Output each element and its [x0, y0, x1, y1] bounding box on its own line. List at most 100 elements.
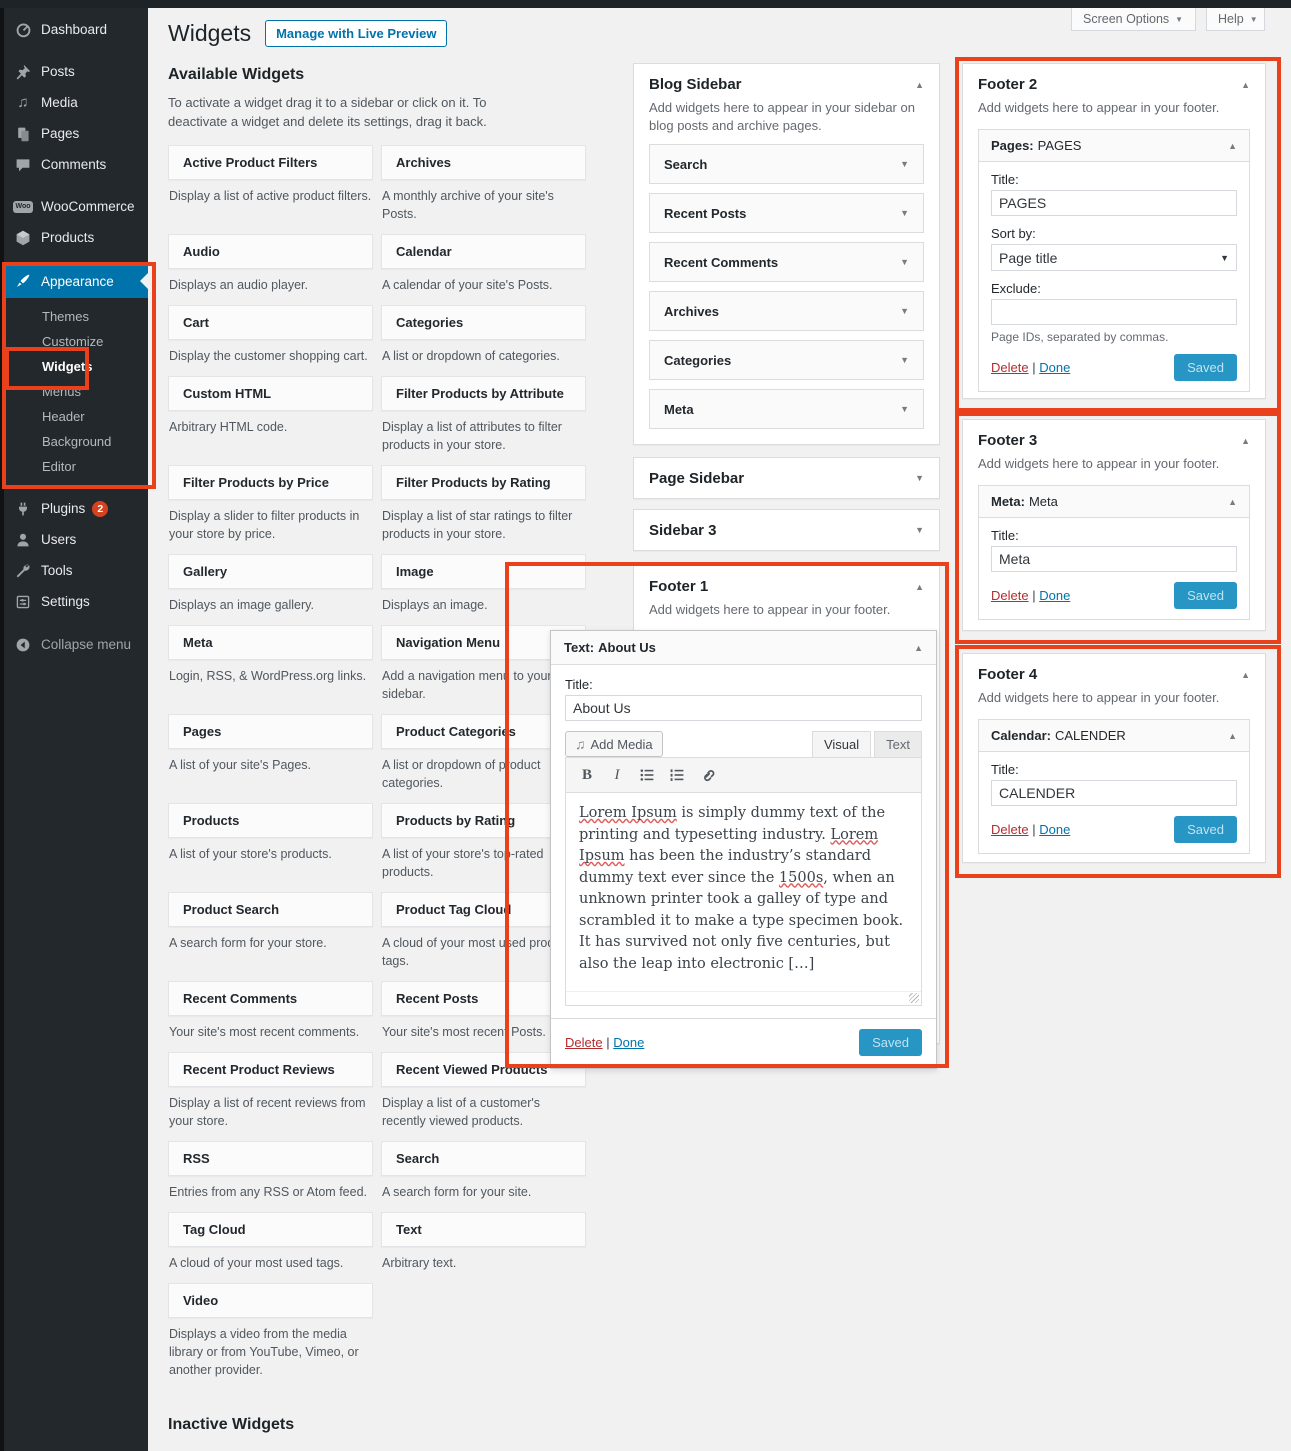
- done-link[interactable]: Done: [1039, 360, 1070, 375]
- sidebar-item-users[interactable]: Users: [4, 524, 148, 555]
- widget-card[interactable]: Gallery: [168, 554, 373, 589]
- sidebar-item-comments[interactable]: Comments: [4, 149, 148, 180]
- chevron-up-icon[interactable]: ▲: [915, 80, 924, 90]
- widget-card[interactable]: Tag Cloud: [168, 1212, 373, 1247]
- chevron-down-icon[interactable]: ▼: [900, 257, 909, 267]
- submenu-item-widgets[interactable]: Widgets: [4, 354, 148, 379]
- collapse-menu-button[interactable]: Collapse menu: [4, 629, 148, 660]
- done-link[interactable]: Done: [1039, 588, 1070, 603]
- tab-text[interactable]: Text: [874, 731, 922, 757]
- widget-card[interactable]: Filter Products by Attribute: [381, 376, 586, 411]
- bold-icon[interactable]: B: [574, 763, 600, 787]
- sidebar-item-dashboard[interactable]: Dashboard: [4, 14, 148, 45]
- chevron-up-icon[interactable]: ▲: [1228, 497, 1237, 507]
- chevron-up-icon[interactable]: ▲: [1228, 731, 1237, 741]
- sidebar-item-appearance[interactable]: Appearance: [4, 264, 148, 298]
- submenu-item-menus[interactable]: Menus: [4, 379, 148, 404]
- meta-widget-header[interactable]: Meta:Meta ▲: [979, 486, 1249, 518]
- done-link[interactable]: Done: [613, 1035, 644, 1050]
- done-link[interactable]: Done: [1039, 822, 1070, 837]
- widget-card[interactable]: Recent Comments: [168, 981, 373, 1016]
- saved-button[interactable]: Saved: [1174, 354, 1237, 381]
- delete-link[interactable]: Delete: [565, 1035, 603, 1050]
- delete-link[interactable]: Delete: [991, 822, 1029, 837]
- submenu-item-header[interactable]: Header: [4, 404, 148, 429]
- link-icon[interactable]: [694, 763, 720, 787]
- chevron-up-icon[interactable]: ▲: [915, 582, 924, 592]
- sidebar-item-tools[interactable]: Tools: [4, 555, 148, 586]
- widget-card[interactable]: Products: [168, 803, 373, 838]
- sidebar-3-panel[interactable]: Sidebar 3 ▼: [633, 509, 940, 551]
- meta-title-input[interactable]: [991, 546, 1237, 572]
- delete-link[interactable]: Delete: [991, 360, 1029, 375]
- exclude-input[interactable]: [991, 299, 1237, 325]
- pages-title-input[interactable]: [991, 190, 1237, 216]
- submenu-item-background[interactable]: Background: [4, 429, 148, 454]
- chevron-down-icon[interactable]: ▼: [900, 159, 909, 169]
- widget-card[interactable]: Product Search: [168, 892, 373, 927]
- saved-button[interactable]: Saved: [1174, 582, 1237, 609]
- chevron-down-icon[interactable]: ▼: [900, 404, 909, 414]
- chevron-up-icon[interactable]: ▲: [1228, 141, 1237, 151]
- chevron-up-icon[interactable]: ▲: [914, 643, 923, 653]
- sidebar-widget-row[interactable]: Meta▼: [649, 389, 924, 429]
- chevron-up-icon[interactable]: ▲: [1241, 80, 1250, 90]
- saved-button[interactable]: Saved: [859, 1029, 922, 1056]
- text-title-input[interactable]: [565, 695, 922, 721]
- widget-card[interactable]: Cart: [168, 305, 373, 340]
- bullet-list-icon[interactable]: [634, 763, 660, 787]
- chevron-down-icon[interactable]: ▼: [915, 525, 924, 535]
- submenu-item-editor[interactable]: Editor: [4, 454, 148, 479]
- italic-icon[interactable]: I: [604, 763, 630, 787]
- sidebar-item-plugins[interactable]: Plugins 2: [4, 493, 148, 524]
- widget-card[interactable]: Meta: [168, 625, 373, 660]
- help-button[interactable]: Help ▼: [1206, 8, 1265, 31]
- pages-widget-header[interactable]: Pages:PAGES ▲: [979, 130, 1249, 162]
- submenu-item-customize[interactable]: Customize: [4, 329, 148, 354]
- numbered-list-icon[interactable]: [664, 763, 690, 787]
- widget-card[interactable]: Text: [381, 1212, 586, 1247]
- manage-live-preview-button[interactable]: Manage with Live Preview: [265, 20, 447, 47]
- calendar-widget-header[interactable]: Calendar:CALENDER ▲: [979, 720, 1249, 752]
- sidebar-item-posts[interactable]: Posts: [4, 56, 148, 87]
- sort-by-select[interactable]: Page title ▼: [991, 244, 1237, 271]
- widget-card[interactable]: Active Product Filters: [168, 145, 373, 180]
- chevron-down-icon[interactable]: ▼: [900, 306, 909, 316]
- sidebar-widget-row[interactable]: Recent Comments▼: [649, 242, 924, 282]
- submenu-item-themes[interactable]: Themes: [4, 304, 148, 329]
- sidebar-widget-row[interactable]: Search▼: [649, 144, 924, 184]
- tab-visual[interactable]: Visual: [812, 731, 871, 757]
- widget-card[interactable]: Recent Product Reviews: [168, 1052, 373, 1087]
- widget-card[interactable]: Calendar: [381, 234, 586, 269]
- chevron-down-icon[interactable]: ▼: [900, 355, 909, 365]
- sidebar-widget-row[interactable]: Recent Posts▼: [649, 193, 924, 233]
- chevron-up-icon[interactable]: ▲: [1241, 436, 1250, 446]
- screen-options-button[interactable]: Screen Options ▼: [1071, 8, 1196, 31]
- editor-content[interactable]: Lorem Ipsum is simply dummy text of the …: [566, 793, 921, 991]
- add-media-button[interactable]: ♫ Add Media: [565, 731, 663, 757]
- resize-handle[interactable]: [909, 993, 919, 1003]
- widget-card[interactable]: RSS: [168, 1141, 373, 1176]
- sidebar-item-media[interactable]: ♫ Media: [4, 87, 148, 118]
- sidebar-item-products[interactable]: Products: [4, 222, 148, 253]
- widget-card[interactable]: Pages: [168, 714, 373, 749]
- calendar-title-input[interactable]: [991, 780, 1237, 806]
- widget-card[interactable]: Archives: [381, 145, 586, 180]
- sidebar-item-woocommerce[interactable]: Woo WooCommerce: [4, 191, 148, 222]
- chevron-up-icon[interactable]: ▲: [1241, 670, 1250, 680]
- sidebar-item-settings[interactable]: Settings: [4, 586, 148, 617]
- chevron-down-icon[interactable]: ▼: [915, 473, 924, 483]
- delete-link[interactable]: Delete: [991, 588, 1029, 603]
- widget-card[interactable]: Image: [381, 554, 586, 589]
- widget-card[interactable]: Custom HTML: [168, 376, 373, 411]
- sidebar-widget-row[interactable]: Categories▼: [649, 340, 924, 380]
- widget-card[interactable]: Filter Products by Price: [168, 465, 373, 500]
- chevron-down-icon[interactable]: ▼: [900, 208, 909, 218]
- widget-card[interactable]: Audio: [168, 234, 373, 269]
- widget-card[interactable]: Categories: [381, 305, 586, 340]
- widget-card[interactable]: Video: [168, 1283, 373, 1318]
- text-widget-header[interactable]: Text:About Us ▲: [551, 631, 936, 665]
- sidebar-widget-row[interactable]: Archives▼: [649, 291, 924, 331]
- widget-card[interactable]: Filter Products by Rating: [381, 465, 586, 500]
- widget-card[interactable]: Search: [381, 1141, 586, 1176]
